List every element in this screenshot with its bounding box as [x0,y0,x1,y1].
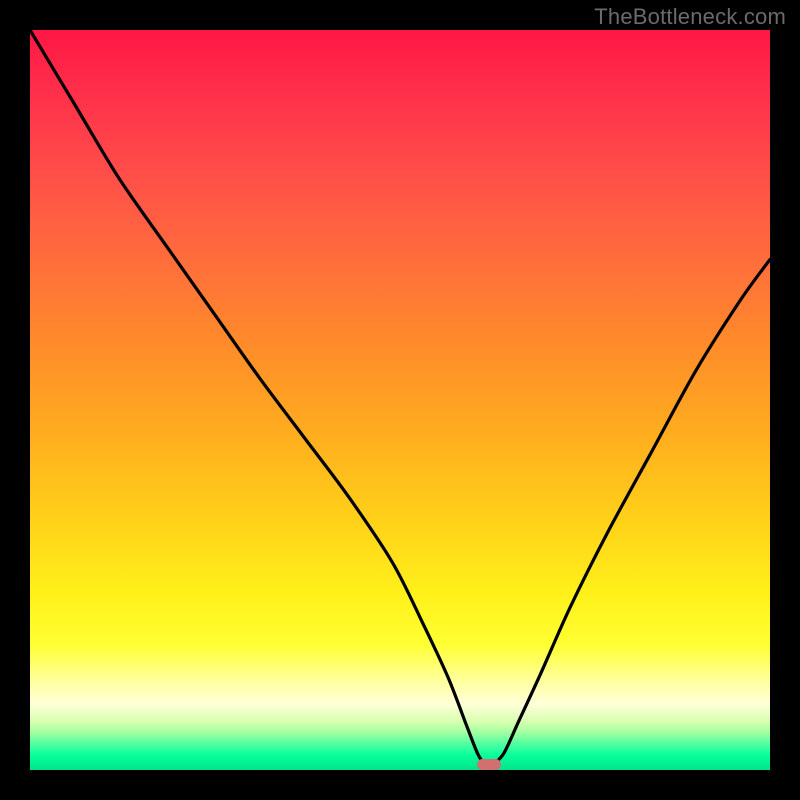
curve-layer [30,30,770,770]
watermark-text: TheBottleneck.com [594,4,786,30]
plot-area [30,30,770,770]
chart-frame: TheBottleneck.com [0,0,800,800]
minimum-marker [477,759,501,770]
bottleneck-curve [30,30,770,765]
